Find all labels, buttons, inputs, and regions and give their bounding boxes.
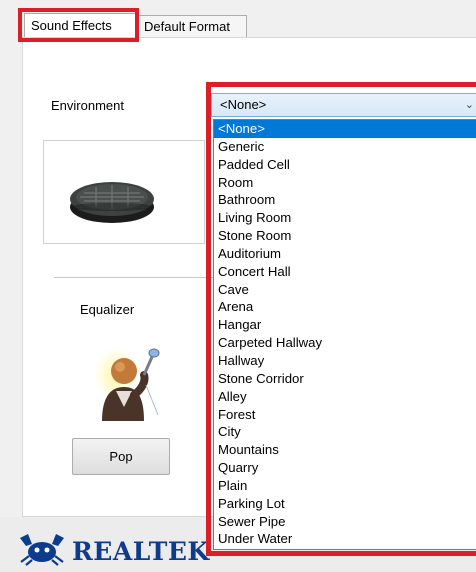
environment-preview xyxy=(43,140,205,244)
section-divider xyxy=(54,277,214,278)
equalizer-label: Equalizer xyxy=(80,302,135,317)
tab-default-format-label: Default Format xyxy=(144,19,230,34)
equalizer-pop-button[interactable]: Pop xyxy=(72,438,170,475)
tab-highlight-box xyxy=(18,8,139,42)
manhole-cover-icon xyxy=(70,182,154,223)
tab-default-format[interactable]: Default Format xyxy=(137,15,247,37)
pop-button-label: Pop xyxy=(109,449,133,464)
dropdown-highlight-box xyxy=(206,82,476,556)
singer-with-microphone-icon xyxy=(94,347,160,421)
brand-logo-text: REALTEK xyxy=(72,537,210,566)
realtek-crab-icon xyxy=(20,534,64,566)
environment-label: Environment xyxy=(51,98,124,113)
